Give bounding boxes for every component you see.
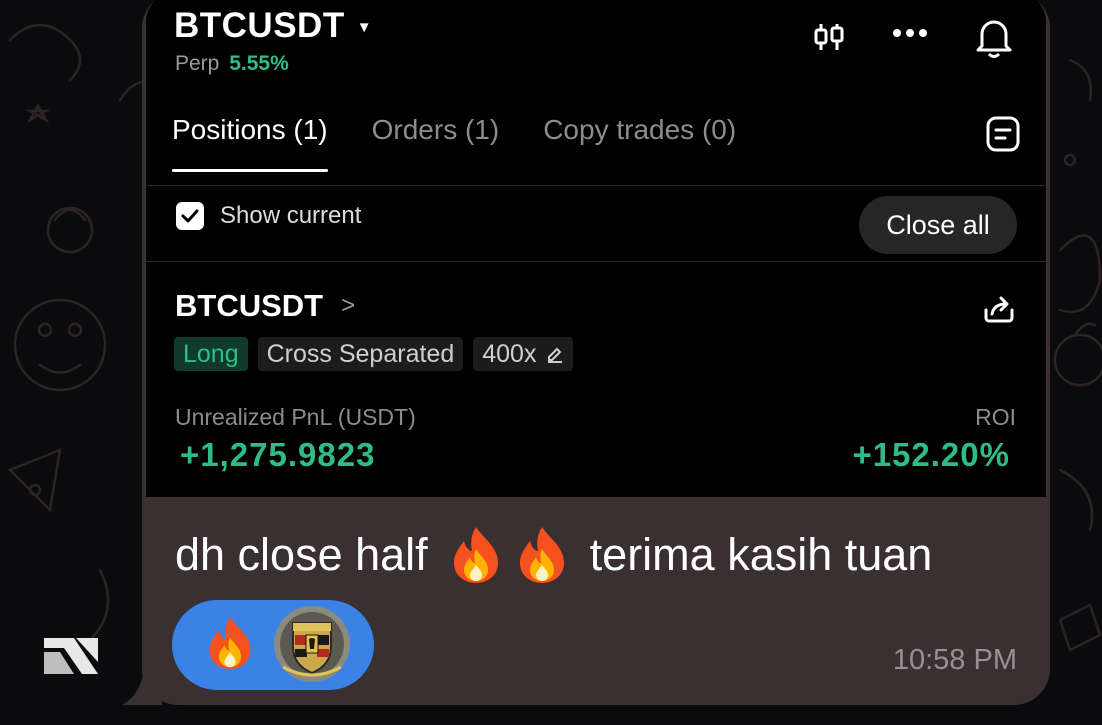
pair-type: Perp [175,52,220,75]
show-current-toggle: Show current [176,202,361,230]
screenshot-image[interactable]: BTCUSDT ▼ Perp 5.55% Positions (1) Order… [146,0,1046,497]
caret-down-icon: ▼ [356,18,373,36]
roi-value: +152.20% [852,436,1010,473]
roi-label: ROI [975,404,1016,430]
pair-selector: BTCUSDT ▼ [174,6,372,46]
checkbox-checked-icon [176,202,204,230]
message-text-after: terima kasih tuan [589,529,933,580]
leverage-badge: 400x [473,337,574,371]
side-badge: Long [174,337,248,371]
tabs-divider [146,185,1046,186]
fire-emoji-icon [209,617,251,669]
reaction-pill[interactable] [172,600,374,690]
pnl-value: +1,275.9823 [180,436,376,473]
app-logo-icon [44,638,98,674]
position-tags: Long Cross Separated 400x [174,337,574,371]
leverage-value: 400x [482,340,537,368]
tab-positions: Positions (1) [172,114,328,172]
close-all-button: Close all [859,196,1017,254]
fire-emoji-icon [453,527,498,583]
message-text-before: dh close half [175,529,428,580]
edit-icon [548,347,563,363]
share-icon [984,296,1014,323]
message-time: 10:58 PM [892,644,1017,676]
position-symbol: BTCUSDT [175,288,324,323]
pair-subtitle: Perp 5.55% [175,52,289,76]
message-bubble[interactable]: BTCUSDT ▼ Perp 5.55% Positions (1) Order… [142,0,1050,705]
pair-change: 5.55% [229,52,289,75]
order-history-icon [986,116,1020,152]
candlestick-icon [814,24,844,50]
fire-emoji-icon [519,527,564,583]
margin-mode-badge: Cross Separated [257,337,464,371]
pair-symbol: BTCUSDT [174,6,345,45]
chevron-right-icon: > [341,292,356,319]
message-text: dh close half terima kasih tuan [175,525,932,585]
position-symbol-row: BTCUSDT > [175,288,355,324]
filter-divider [146,261,1046,262]
bell-icon [976,20,1012,58]
more-icon [893,29,927,37]
show-current-label: Show current [220,202,362,229]
tab-copy-trades: Copy trades (0) [543,114,737,145]
tab-orders: Orders (1) [371,114,500,145]
position-tabs: Positions (1) Orders (1) Copy trades (0) [172,114,736,172]
pnl-label: Unrealized PnL (USDT) [175,404,416,430]
reactor-avatar [274,606,350,682]
